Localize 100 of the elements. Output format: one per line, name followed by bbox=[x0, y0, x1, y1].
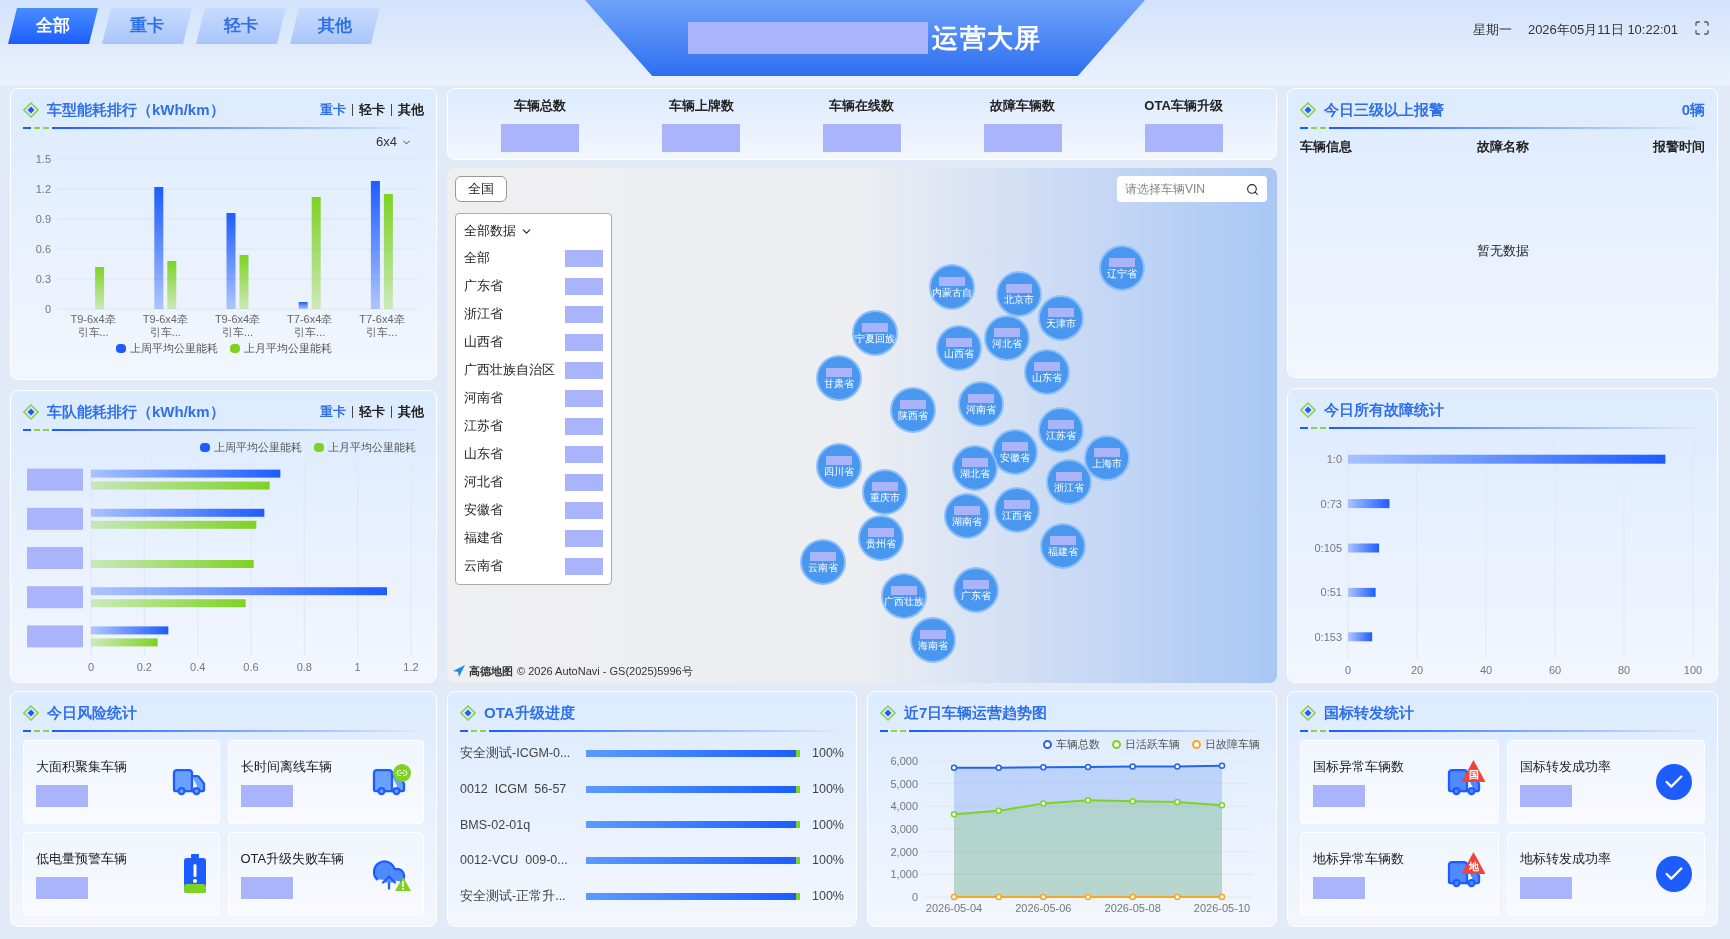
tick-label: 0.3 bbox=[35, 273, 51, 285]
ota-task-name: BMS-02-01q bbox=[460, 816, 532, 834]
axis-label: T9-6x4牵引车... bbox=[214, 313, 261, 338]
tick-label: 5,000 bbox=[890, 777, 918, 790]
stat-label: OTA升级失败车辆 bbox=[240, 850, 345, 869]
tick-label: 2026-05-06 bbox=[1015, 901, 1072, 914]
marker-label: 广东省 bbox=[961, 589, 991, 601]
marker-label: 四川省 bbox=[824, 465, 854, 477]
marker-label: 重庆市 bbox=[870, 491, 900, 503]
progress-reading: 100% bbox=[811, 816, 844, 834]
tick-label: 80 bbox=[1617, 664, 1631, 676]
marker-label: 浙江省 bbox=[1054, 481, 1084, 493]
alert-count: 0辆 bbox=[1681, 99, 1705, 120]
tick-label: 2026-05-04 bbox=[925, 901, 983, 914]
tick-label: 0 bbox=[911, 890, 918, 903]
marker-label: 海南省 bbox=[918, 639, 948, 651]
tick-label: 0.9 bbox=[35, 213, 51, 225]
stat-label: 国标转发成功率 bbox=[1519, 758, 1611, 777]
warning-badge: 国 bbox=[1461, 760, 1486, 782]
tick-label: 0.4 bbox=[190, 660, 206, 673]
tick-label: 0 bbox=[1344, 664, 1352, 676]
marker-label: 广西壮族 bbox=[884, 595, 924, 607]
marker-label: 内蒙古自 bbox=[932, 286, 972, 298]
warning-badge: 地 bbox=[1461, 852, 1486, 874]
progress-reading: 100% bbox=[811, 852, 844, 870]
panel-title: 近7日车辆运营趋势图 bbox=[904, 702, 1048, 723]
legend-label: 车辆总数 bbox=[1056, 737, 1100, 752]
marker-label: 北京市 bbox=[1004, 293, 1034, 305]
stat-label: 故障车辆数 bbox=[990, 97, 1056, 116]
marker-label: 河南省 bbox=[966, 403, 996, 415]
panel-title: 今日所有故障统计 bbox=[1324, 399, 1444, 420]
marker-label: 河北省 bbox=[992, 337, 1022, 349]
tick-label: 1,000 bbox=[890, 867, 918, 880]
axis-label: 1:0 bbox=[1326, 453, 1342, 466]
stat-label: OTA车辆升级 bbox=[1144, 97, 1223, 116]
marker-label: 宁夏回族 bbox=[855, 332, 895, 344]
legend-label: 上月平均公里能耗 bbox=[328, 440, 416, 455]
progress-reading: 100% bbox=[811, 781, 844, 798]
panel-title: OTA升级进度 bbox=[484, 702, 575, 723]
legend-label: 日故障车辆 bbox=[1205, 737, 1260, 752]
axis-label: 0:51 bbox=[1320, 586, 1342, 599]
marker-label: 山西省 bbox=[944, 347, 974, 359]
map-attribution: © 2026 AutoNavi - GS(2025)5996号 bbox=[517, 663, 693, 679]
legend-label: 日活跃车辆 bbox=[1125, 737, 1180, 752]
tick-label: 0.8 bbox=[296, 660, 312, 673]
tick-label: 60 bbox=[1548, 664, 1562, 676]
stat-label: 地标异常车辆数 bbox=[1313, 850, 1404, 869]
panel-title: 今日三级以上报警 bbox=[1324, 99, 1444, 120]
panel-title: 车型能耗排行（kWh/km） bbox=[47, 99, 225, 120]
axis-label: 0:73 bbox=[1320, 497, 1342, 510]
marker-label: 湖南省 bbox=[952, 515, 982, 527]
tick-label: 6,000 bbox=[890, 754, 918, 767]
progress-reading: 100% bbox=[811, 745, 844, 763]
tick-label: 2026-05-10 bbox=[1193, 901, 1251, 914]
date-time: 2026年05月11日 10:22:01 bbox=[1527, 21, 1678, 39]
ota-task-name: 安全测试-正常升... bbox=[460, 887, 567, 905]
tick-label: 0.6 bbox=[35, 243, 51, 255]
tick-label: 3,000 bbox=[890, 822, 918, 835]
empty-message: 暂无数据 bbox=[1476, 242, 1529, 260]
column-header: 故障名称 bbox=[1476, 138, 1529, 156]
marker-label: 贵州省 bbox=[866, 537, 896, 549]
stat-label: 车辆总数 bbox=[514, 97, 567, 116]
axis-label: 0:153 bbox=[1314, 630, 1342, 643]
axis-label: T7-6x4牵引车... bbox=[287, 313, 333, 338]
marker-label: 陕西省 bbox=[898, 409, 928, 421]
tick-label: 20 bbox=[1410, 664, 1424, 676]
tick-label: 100 bbox=[1683, 664, 1703, 676]
ota-task-name: 安全测试-ICGM-0... bbox=[460, 745, 572, 763]
column-header: 车辆信息 bbox=[1300, 138, 1352, 156]
tick-label: 40 bbox=[1479, 664, 1493, 676]
tick-label: 2,000 bbox=[890, 845, 918, 858]
legend-label: 上周平均公里能耗 bbox=[214, 440, 302, 455]
tick-label: 0.2 bbox=[136, 660, 152, 673]
marker-label: 天津市 bbox=[1046, 317, 1076, 329]
progress-reading: 100% bbox=[811, 887, 844, 905]
stat-label: 长时间离线车辆 bbox=[240, 758, 332, 777]
legend-label: 上周平均公里能耗 bbox=[129, 341, 218, 356]
marker-label: 江苏省 bbox=[1046, 429, 1076, 441]
column-header: 报警时间 bbox=[1653, 138, 1705, 156]
panel-title: 今日风险统计 bbox=[47, 702, 137, 723]
ota-task-name: 0012-VCU 009-0... bbox=[460, 852, 569, 870]
marker-label: 安徽省 bbox=[1000, 451, 1030, 463]
marker-label: 福建省 bbox=[1048, 545, 1078, 557]
tick-label: 1.2 bbox=[35, 183, 51, 195]
tick-label: 0 bbox=[87, 660, 95, 673]
tick-label: 0.6 bbox=[243, 660, 259, 673]
ota-task-name: 0012 ICGM 56-57 bbox=[460, 781, 568, 798]
tick-label: 2026-05-08 bbox=[1104, 901, 1161, 914]
marker-label: 云南省 bbox=[808, 561, 838, 573]
map-logo: 高德地图 bbox=[469, 663, 513, 679]
stat-label: 国标异常车辆数 bbox=[1313, 758, 1404, 777]
axis-label: T9-6x4牵引车... bbox=[142, 313, 188, 338]
stat-label: 大面积聚集车辆 bbox=[36, 758, 127, 777]
marker-label: 湖北省 bbox=[960, 467, 990, 479]
legend-label: 上月平均公里能耗 bbox=[243, 341, 332, 356]
marker-label: 辽宁省 bbox=[1107, 267, 1137, 279]
weekday: 星期一 bbox=[1472, 21, 1512, 39]
stat-label: 车辆上牌数 bbox=[668, 97, 734, 116]
axis-label: 0:105 bbox=[1314, 542, 1342, 554]
axis-label: T9-6x4牵引车... bbox=[70, 313, 116, 338]
